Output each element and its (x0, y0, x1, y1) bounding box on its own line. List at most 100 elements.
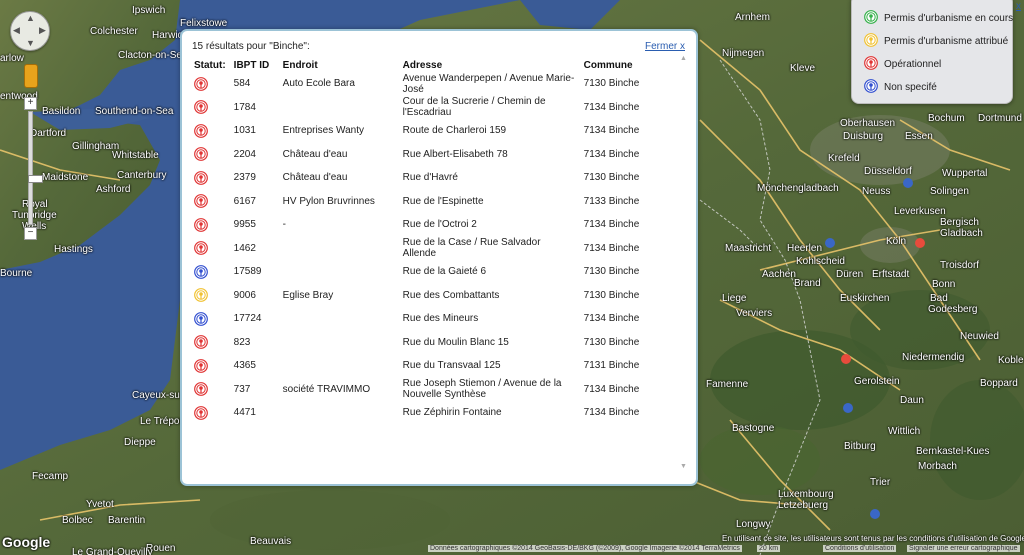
address-cell: Rue des Combattants (402, 289, 500, 301)
header-commune: Commune (583, 59, 633, 71)
town-label: Liege (722, 293, 747, 304)
commune-cell: 7134 Binche (583, 313, 640, 325)
commune-cell: 7130 Binche (583, 266, 640, 278)
commune-cell: 7130 Binche (583, 289, 640, 301)
zoom-in-button[interactable]: + (24, 97, 37, 110)
place-cell (279, 237, 399, 261)
place-cell: HV Pylon Bruvrinnes (282, 195, 375, 207)
town-label: Bitburg (844, 441, 876, 452)
address-cell: Avenue Wanderpepen / Avenue Marie-José (402, 72, 575, 95)
town-label: Dortmund (978, 113, 1022, 124)
legend-item[interactable]: Opérationnel (864, 55, 941, 73)
id-cell: 4471 (233, 407, 256, 419)
address-cell: Rue du Transvaal 125 (402, 360, 501, 372)
town-label: Luxembourg (778, 489, 834, 500)
pan-right-icon[interactable]: ▶ (39, 26, 46, 35)
id-cell: 17724 (233, 313, 262, 325)
result-row[interactable]: 823 Rue du Moulin Blanc 15 7130 Binche (190, 331, 652, 355)
result-row[interactable]: 6167 HV Pylon Bruvrinnes Rue de l'Espinett… (190, 190, 652, 214)
status-cell (190, 166, 230, 190)
town-label: Kleve (790, 63, 816, 74)
red-marker-icon (194, 147, 226, 162)
pan-down-icon[interactable]: ▼ (26, 39, 35, 48)
id-cell: 6167 (233, 195, 256, 207)
result-row[interactable]: 4471 Rue Zéphirin Fontaine 7134 Binche (190, 401, 652, 425)
place-cell: Auto Ecole Bara (282, 78, 355, 90)
close-results-button[interactable]: Fermer x (645, 41, 685, 52)
town-label: Hastings (54, 244, 93, 255)
legend-item[interactable]: Permis d'urbanisme attribué (864, 32, 1008, 50)
result-row[interactable]: 2379 Château d'eau Rue d'Havré 7130 Binche (190, 166, 652, 190)
town-label: Essen (905, 131, 933, 142)
place-cell (279, 354, 399, 378)
commune-cell: 7134 Binche (583, 148, 640, 160)
red-marker-icon (194, 382, 226, 397)
town-label: Bonn (932, 279, 956, 290)
town-label: Mönchengladbach (757, 183, 839, 194)
address-cell: Route de Charleroi 159 (402, 125, 507, 137)
place-cell: société TRAVIMMO (282, 383, 371, 395)
town-label: Dieppe (124, 437, 156, 448)
green-marker-icon (864, 9, 884, 27)
legend-item[interactable]: Non specifé (864, 78, 937, 96)
scroll-up-icon[interactable]: ▲ (680, 55, 687, 62)
result-row[interactable]: 4365 Rue du Transvaal 125 7131 Binche (190, 354, 652, 378)
commune-cell: 7134 Binche (583, 125, 640, 137)
results-panel: 15 résultats pour "Binche": Fermer x Sta… (180, 29, 698, 486)
place-cell: Château d'eau (282, 172, 348, 184)
zoom-slider-thumb[interactable] (28, 175, 43, 183)
town-label: Krefeld (828, 153, 860, 164)
town-label: Le Grand-Quevilly (72, 547, 153, 555)
legend-close-button[interactable]: x (1016, 1, 1021, 12)
legend-item-label: Permis d'urbanisme attribué (884, 35, 1009, 47)
town-label: Whitstable (112, 150, 159, 161)
street-view-pegman-icon[interactable] (24, 64, 38, 88)
result-row[interactable]: 17589 Rue de la Gaieté 6 7130 Binche (190, 260, 652, 284)
terms-link[interactable]: Conditions d'utilisation (823, 545, 897, 552)
town-label: Godesberg (928, 304, 978, 315)
result-row[interactable]: 737 société TRAVIMMO Rue Joseph Stiemon / … (190, 378, 652, 402)
town-label: Duisburg (843, 131, 884, 142)
result-row[interactable]: 584 Auto Ecole Bara Avenue Wanderpepen / A… (190, 72, 652, 96)
red-marker-icon (194, 76, 226, 91)
result-row[interactable]: 1031 Entreprises Wanty Route de Charleroi … (190, 119, 652, 143)
town-label: Southend-on-Sea (95, 106, 174, 117)
result-row[interactable]: 9955 - Rue de l'Octroi 2 7134 Binche (190, 213, 652, 237)
result-row[interactable]: 17724 Rue des Mineurs 7134 Binche (190, 307, 652, 331)
town-label: Boppard (980, 378, 1018, 389)
result-row[interactable]: 9006 Eglise Bray Rue des Combattants 7130 B… (190, 284, 652, 308)
status-cell (190, 96, 230, 120)
scroll-down-icon[interactable]: ▼ (680, 463, 687, 470)
id-cell: 1462 (233, 242, 256, 254)
pan-left-icon[interactable]: ◀ (13, 26, 20, 35)
results-title: 15 résultats pour "Binche": (192, 41, 310, 52)
status-cell (190, 284, 230, 308)
red-marker-icon (194, 170, 226, 185)
map-scale: 20 km (757, 545, 781, 552)
place-cell: - (282, 219, 287, 231)
zoom-control[interactable]: + − (24, 97, 43, 240)
zoom-slider-track[interactable] (28, 111, 43, 225)
result-row[interactable]: 1784 Cour de la Sucrerie / Chemin de l'Es… (190, 96, 652, 120)
commune-cell: 7131 Binche (583, 360, 640, 372)
red-marker-icon (194, 217, 226, 232)
red-marker-icon (194, 194, 226, 209)
result-row[interactable]: 2204 Château d'eau Rue Albert-Elisabeth 78… (190, 143, 652, 167)
red-marker-icon (194, 123, 226, 138)
address-cell: Rue de la Gaieté 6 (402, 266, 487, 278)
pan-up-icon[interactable]: ▲ (26, 14, 35, 23)
results-scrollbar[interactable]: ▲ ▼ (679, 55, 688, 473)
status-cell (190, 190, 230, 214)
result-row[interactable]: 1462 Rue de la Case / Rue Salvador Allend… (190, 237, 652, 261)
legend-item[interactable]: Permis d'urbanisme en cours (864, 9, 1013, 27)
status-cell (190, 378, 230, 402)
zoom-out-button[interactable]: − (24, 227, 37, 240)
town-label: Beauvais (250, 536, 292, 547)
address-cell: Cour de la Sucrerie / Chemin de l'Escadr… (402, 96, 546, 119)
red-marker-icon (194, 241, 226, 256)
town-label: Famenne (706, 379, 749, 390)
status-cell (190, 143, 230, 167)
report-error-link[interactable]: Signaler une erreur cartographique (907, 545, 1020, 552)
town-label: Trier (870, 477, 891, 488)
pan-control[interactable]: ▲ ▼ ◀ ▶ (10, 11, 50, 51)
